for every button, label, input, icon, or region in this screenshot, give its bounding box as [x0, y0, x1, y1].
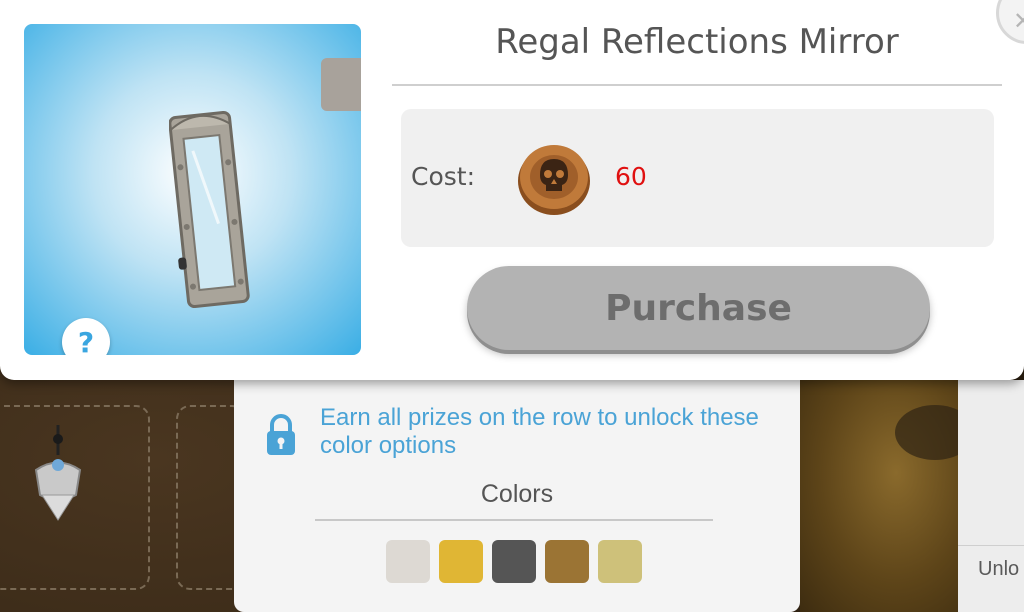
- cost-box: [401, 109, 994, 247]
- purchase-dialog: ? Regal Reflections Mirror Cost: 60 Purc…: [0, 0, 1024, 380]
- unlock-requirement-text: Earn all prizes on the row to unlock the…: [320, 404, 759, 459]
- side-divider: [958, 545, 1024, 546]
- purchase-button[interactable]: Purchase: [467, 266, 930, 350]
- item-preview: ?: [24, 24, 361, 355]
- color-swatch[interactable]: [598, 540, 642, 583]
- title-divider: [392, 84, 1002, 86]
- side-unlock-label[interactable]: Unlo: [978, 558, 1024, 581]
- color-swatch-list: [386, 540, 642, 583]
- skull-coin-icon: [518, 145, 590, 215]
- colors-divider: [315, 519, 713, 521]
- color-swatch[interactable]: [439, 540, 483, 583]
- color-swatch[interactable]: [386, 540, 430, 583]
- color-swatch[interactable]: [545, 540, 589, 583]
- colors-heading: Colors: [480, 480, 554, 508]
- close-icon: ✕: [1013, 7, 1024, 35]
- chandelier-icon: [34, 425, 82, 521]
- color-preview-square[interactable]: [321, 58, 361, 111]
- cost-label: Cost:: [411, 162, 476, 191]
- item-title: Regal Reflections Mirror: [495, 22, 899, 62]
- help-button[interactable]: ?: [62, 318, 110, 355]
- color-swatch[interactable]: [492, 540, 536, 583]
- cost-value: 60: [615, 162, 647, 191]
- mirror-image: [169, 111, 250, 309]
- lock-icon: [267, 414, 295, 455]
